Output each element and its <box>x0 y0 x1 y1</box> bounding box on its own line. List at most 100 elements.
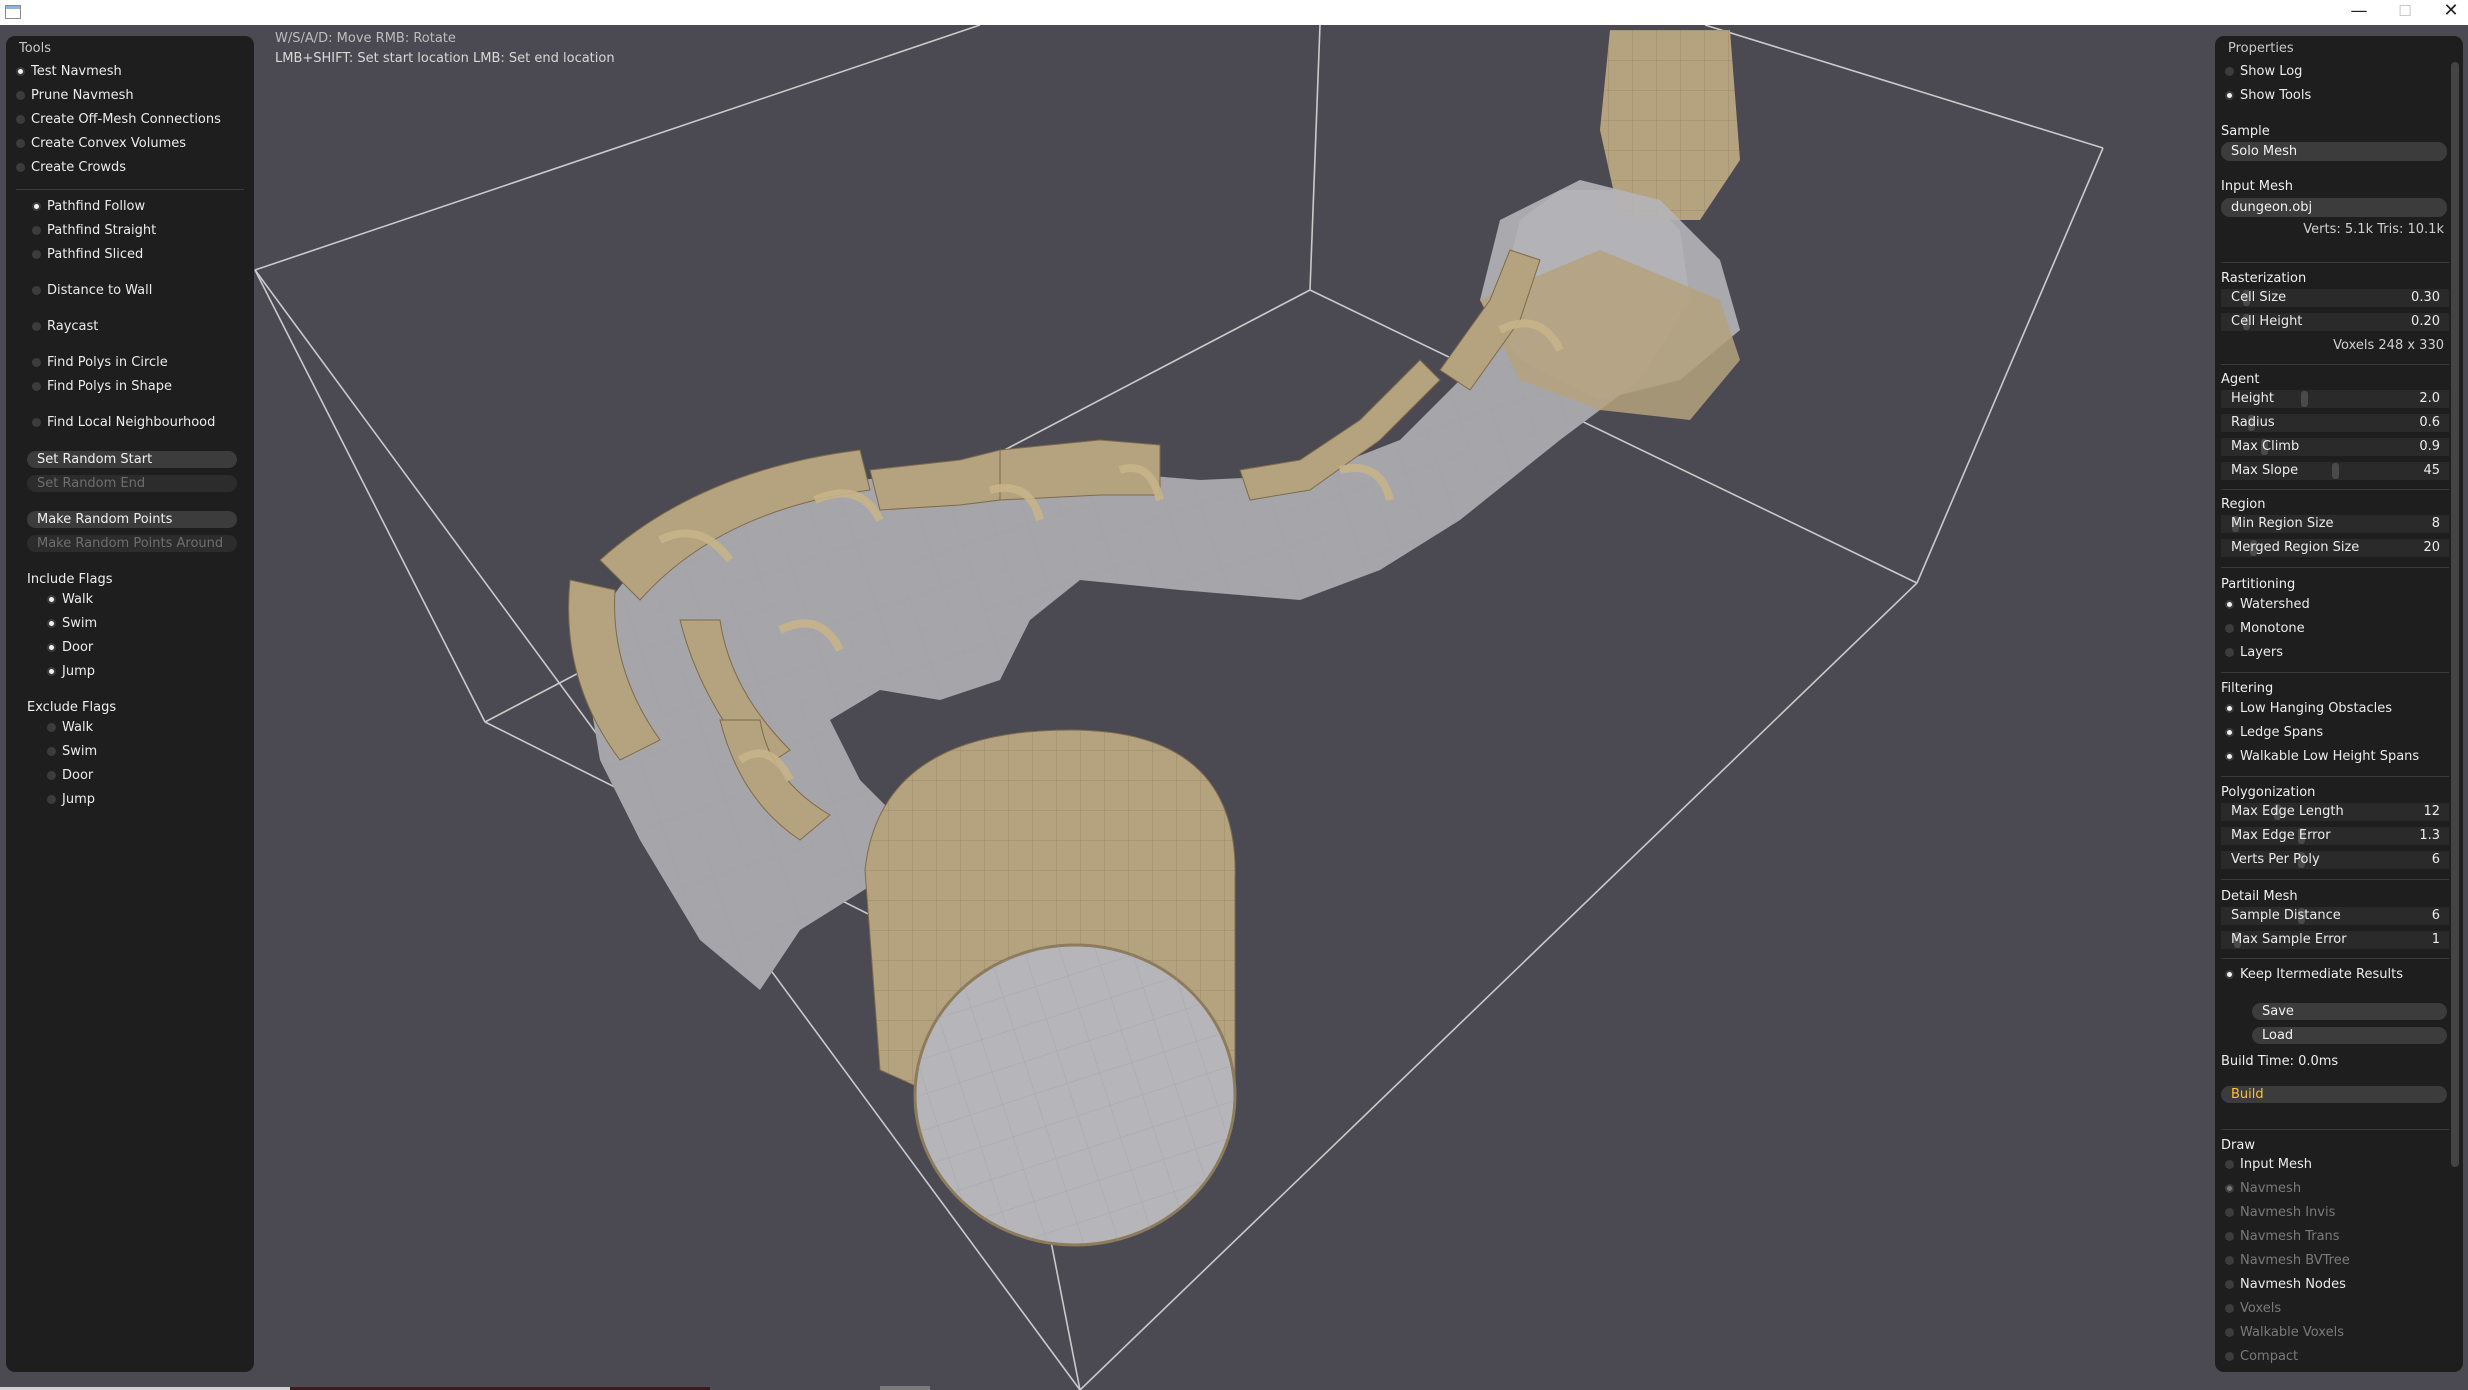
exclude-flag-walk[interactable]: Walk <box>47 719 93 737</box>
title-bar: — ☐ ✕ <box>0 0 2468 25</box>
set-random-start-button[interactable]: Set Random Start <box>27 451 237 468</box>
divider <box>2221 776 2449 777</box>
radio-icon <box>32 201 41 211</box>
make-random-points-button[interactable]: Make Random Points <box>27 511 237 528</box>
dungeon-scene[interactable] <box>0 25 2468 1390</box>
exclude-flag-jump[interactable]: Jump <box>47 791 95 809</box>
test-pathfind-follow[interactable]: Pathfind Follow <box>32 198 145 216</box>
show-log-checkbox[interactable]: Show Log <box>2225 63 2302 81</box>
sample-select[interactable]: Solo Mesh <box>2221 142 2447 161</box>
slider-value: 2.0 <box>2419 391 2440 406</box>
checkbox-icon <box>47 794 56 804</box>
radio-icon <box>2225 599 2234 609</box>
test-find-polys-shape[interactable]: Find Polys in Shape <box>32 378 172 396</box>
test-find-polys-circle[interactable]: Find Polys in Circle <box>32 354 168 372</box>
include-flag-swim[interactable]: Swim <box>47 615 97 633</box>
radio-icon <box>32 357 41 367</box>
load-button[interactable]: Load <box>2252 1027 2447 1044</box>
draw-navmesh-trans[interactable]: Navmesh Trans <box>2225 1228 2340 1246</box>
divider <box>2221 364 2449 365</box>
radio-icon <box>16 162 25 172</box>
draw-navmesh-invis[interactable]: Navmesh Invis <box>2225 1204 2335 1222</box>
properties-panel: Properties Show Log Show Tools Sample So… <box>2215 36 2463 1372</box>
test-pathfind-sliced[interactable]: Pathfind Sliced <box>32 246 143 264</box>
tool-prune-navmesh[interactable]: Prune Navmesh <box>16 87 134 105</box>
set-random-end-button[interactable]: Set Random End <box>27 475 237 492</box>
radio-icon <box>32 225 41 235</box>
make-random-points-around-button[interactable]: Make Random Points Around <box>27 535 237 552</box>
show-tools-checkbox[interactable]: Show Tools <box>2225 87 2311 105</box>
slider-value: 0.20 <box>2411 314 2440 329</box>
tools-title: Tools <box>19 41 52 56</box>
max-edge-length-slider[interactable]: Max Edge Length 12 <box>2221 803 2449 821</box>
test-distance-to-wall[interactable]: Distance to Wall <box>32 282 152 300</box>
slider-knob[interactable] <box>2301 391 2308 407</box>
keep-intermediate-checkbox[interactable]: Keep Itermediate Results <box>2225 966 2403 984</box>
filter-ledge-spans[interactable]: Ledge Spans <box>2225 724 2323 742</box>
cell-height-slider[interactable]: Cell Height 0.20 <box>2221 313 2449 331</box>
slider-value: 6 <box>2431 908 2440 923</box>
draw-compact[interactable]: Compact <box>2225 1348 2298 1366</box>
tool-create-crowds[interactable]: Create Crowds <box>16 159 126 177</box>
test-raycast[interactable]: Raycast <box>32 318 98 336</box>
draw-navmesh[interactable]: Navmesh <box>2225 1180 2301 1198</box>
partitioning-title: Partitioning <box>2221 577 2296 592</box>
slider-value: 8 <box>2431 516 2440 531</box>
3d-viewport[interactable]: W/S/A/D: Move RMB: Rotate LMB+SHIFT: Set… <box>0 25 2468 1390</box>
minimize-button[interactable]: — <box>2336 0 2382 25</box>
sample-distance-slider[interactable]: Sample Distance 6 <box>2221 907 2449 925</box>
build-button[interactable]: Build <box>2221 1086 2447 1103</box>
slider-label: Merged Region Size <box>2231 540 2360 555</box>
close-button[interactable]: ✕ <box>2428 0 2468 25</box>
tool-test-navmesh[interactable]: Test Navmesh <box>16 63 122 81</box>
slider-label: Max Edge Error <box>2231 828 2331 843</box>
partition-watershed[interactable]: Watershed <box>2225 596 2310 614</box>
agent-title: Agent <box>2221 372 2260 387</box>
filter-low-hanging[interactable]: Low Hanging Obstacles <box>2225 700 2392 718</box>
radio-icon <box>2225 1255 2234 1265</box>
slider-label: Cell Size <box>2231 290 2287 305</box>
agent-radius-slider[interactable]: Radius 0.6 <box>2221 414 2449 432</box>
agent-max-slope-slider[interactable]: Max Slope 45 <box>2221 462 2449 480</box>
include-flag-jump[interactable]: Jump <box>47 663 95 681</box>
partition-layers[interactable]: Layers <box>2225 644 2283 662</box>
draw-title: Draw <box>2221 1138 2255 1153</box>
input-mesh-select[interactable]: dungeon.obj <box>2221 198 2447 217</box>
draw-input-mesh[interactable]: Input Mesh <box>2225 1156 2312 1174</box>
draw-navmesh-nodes[interactable]: Navmesh Nodes <box>2225 1276 2346 1294</box>
cell-size-slider[interactable]: Cell Size 0.30 <box>2221 289 2449 307</box>
max-edge-error-slider[interactable]: Max Edge Error 1.3 <box>2221 827 2449 845</box>
draw-navmesh-bvtree[interactable]: Navmesh BVTree <box>2225 1252 2350 1270</box>
include-flag-walk[interactable]: Walk <box>47 591 93 609</box>
test-find-local-neighbourhood[interactable]: Find Local Neighbourhood <box>32 414 215 432</box>
test-pathfind-straight[interactable]: Pathfind Straight <box>32 222 156 240</box>
include-flag-door[interactable]: Door <box>47 639 93 657</box>
slider-label: Min Region Size <box>2231 516 2334 531</box>
properties-scrollbar[interactable] <box>2451 62 2459 1167</box>
tool-create-convex[interactable]: Create Convex Volumes <box>16 135 186 153</box>
bottom-scroll-thumb[interactable] <box>880 1386 930 1390</box>
min-region-size-slider[interactable]: Min Region Size 8 <box>2221 515 2449 533</box>
save-button[interactable]: Save <box>2252 1003 2447 1020</box>
detail-mesh-title: Detail Mesh <box>2221 889 2298 904</box>
merged-region-size-slider[interactable]: Merged Region Size 20 <box>2221 539 2449 557</box>
checkbox-icon <box>2225 66 2234 76</box>
exclude-flag-swim[interactable]: Swim <box>47 743 97 761</box>
slider-label: Max Sample Error <box>2231 932 2347 947</box>
checkbox-icon <box>47 594 56 604</box>
slider-knob[interactable] <box>2332 463 2339 479</box>
mouse-hint: LMB+SHIFT: Set start location LMB: Set e… <box>275 51 615 66</box>
max-sample-error-slider[interactable]: Max Sample Error 1 <box>2221 931 2449 949</box>
draw-walkable-voxels[interactable]: Walkable Voxels <box>2225 1324 2344 1342</box>
verts-per-poly-slider[interactable]: Verts Per Poly 6 <box>2221 851 2449 869</box>
rasterization-title: Rasterization <box>2221 271 2307 286</box>
draw-voxels[interactable]: Voxels <box>2225 1300 2281 1318</box>
partition-monotone[interactable]: Monotone <box>2225 620 2305 638</box>
agent-max-climb-slider[interactable]: Max Climb 0.9 <box>2221 438 2449 456</box>
exclude-flag-door[interactable]: Door <box>47 767 93 785</box>
maximize-button[interactable]: ☐ <box>2382 0 2428 25</box>
radio-icon <box>32 381 41 391</box>
filter-walkable-low-height[interactable]: Walkable Low Height Spans <box>2225 748 2419 766</box>
tool-create-offmesh[interactable]: Create Off-Mesh Connections <box>16 111 221 129</box>
agent-height-slider[interactable]: Height 2.0 <box>2221 390 2449 408</box>
